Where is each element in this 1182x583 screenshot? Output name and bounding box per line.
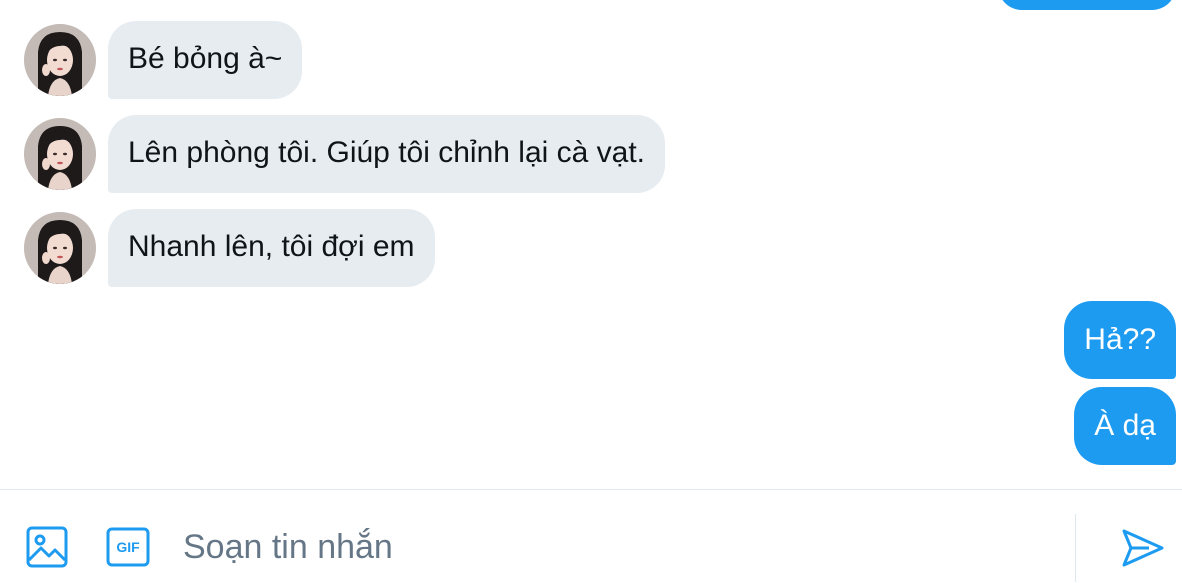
outgoing-message-bubble[interactable]: Hả?? [1064,301,1176,379]
incoming-message-bubble[interactable]: Lên phòng tôi. Giúp tôi chỉnh lại cà vạt… [108,115,666,193]
outgoing-message-bubble-partial [998,0,1176,10]
composer-divider [1075,514,1076,582]
send-icon[interactable] [1121,528,1165,573]
incoming-message-row: Lên phòng tôi. Giúp tôi chỉnh lại cà vạt… [24,115,666,193]
avatar[interactable] [24,118,96,190]
incoming-message-bubble[interactable]: Bé bỏng à~ [108,21,303,99]
incoming-message-row: Bé bỏng à~ [24,21,303,99]
gif-icon[interactable]: GIF [106,527,150,572]
outgoing-message-bubble[interactable]: À dạ [1074,387,1176,465]
incoming-message-bubble[interactable]: Nhanh lên, tôi đợi em [108,209,435,287]
gif-label: GIF [116,539,140,555]
incoming-message-row: Nhanh lên, tôi đợi em [24,209,435,287]
compose-input[interactable]: Soạn tin nhắn [183,527,393,567]
image-icon[interactable] [26,526,68,573]
message-composer: GIF Soạn tin nhắn [0,489,1182,583]
avatar[interactable] [24,212,96,284]
avatar[interactable] [24,24,96,96]
